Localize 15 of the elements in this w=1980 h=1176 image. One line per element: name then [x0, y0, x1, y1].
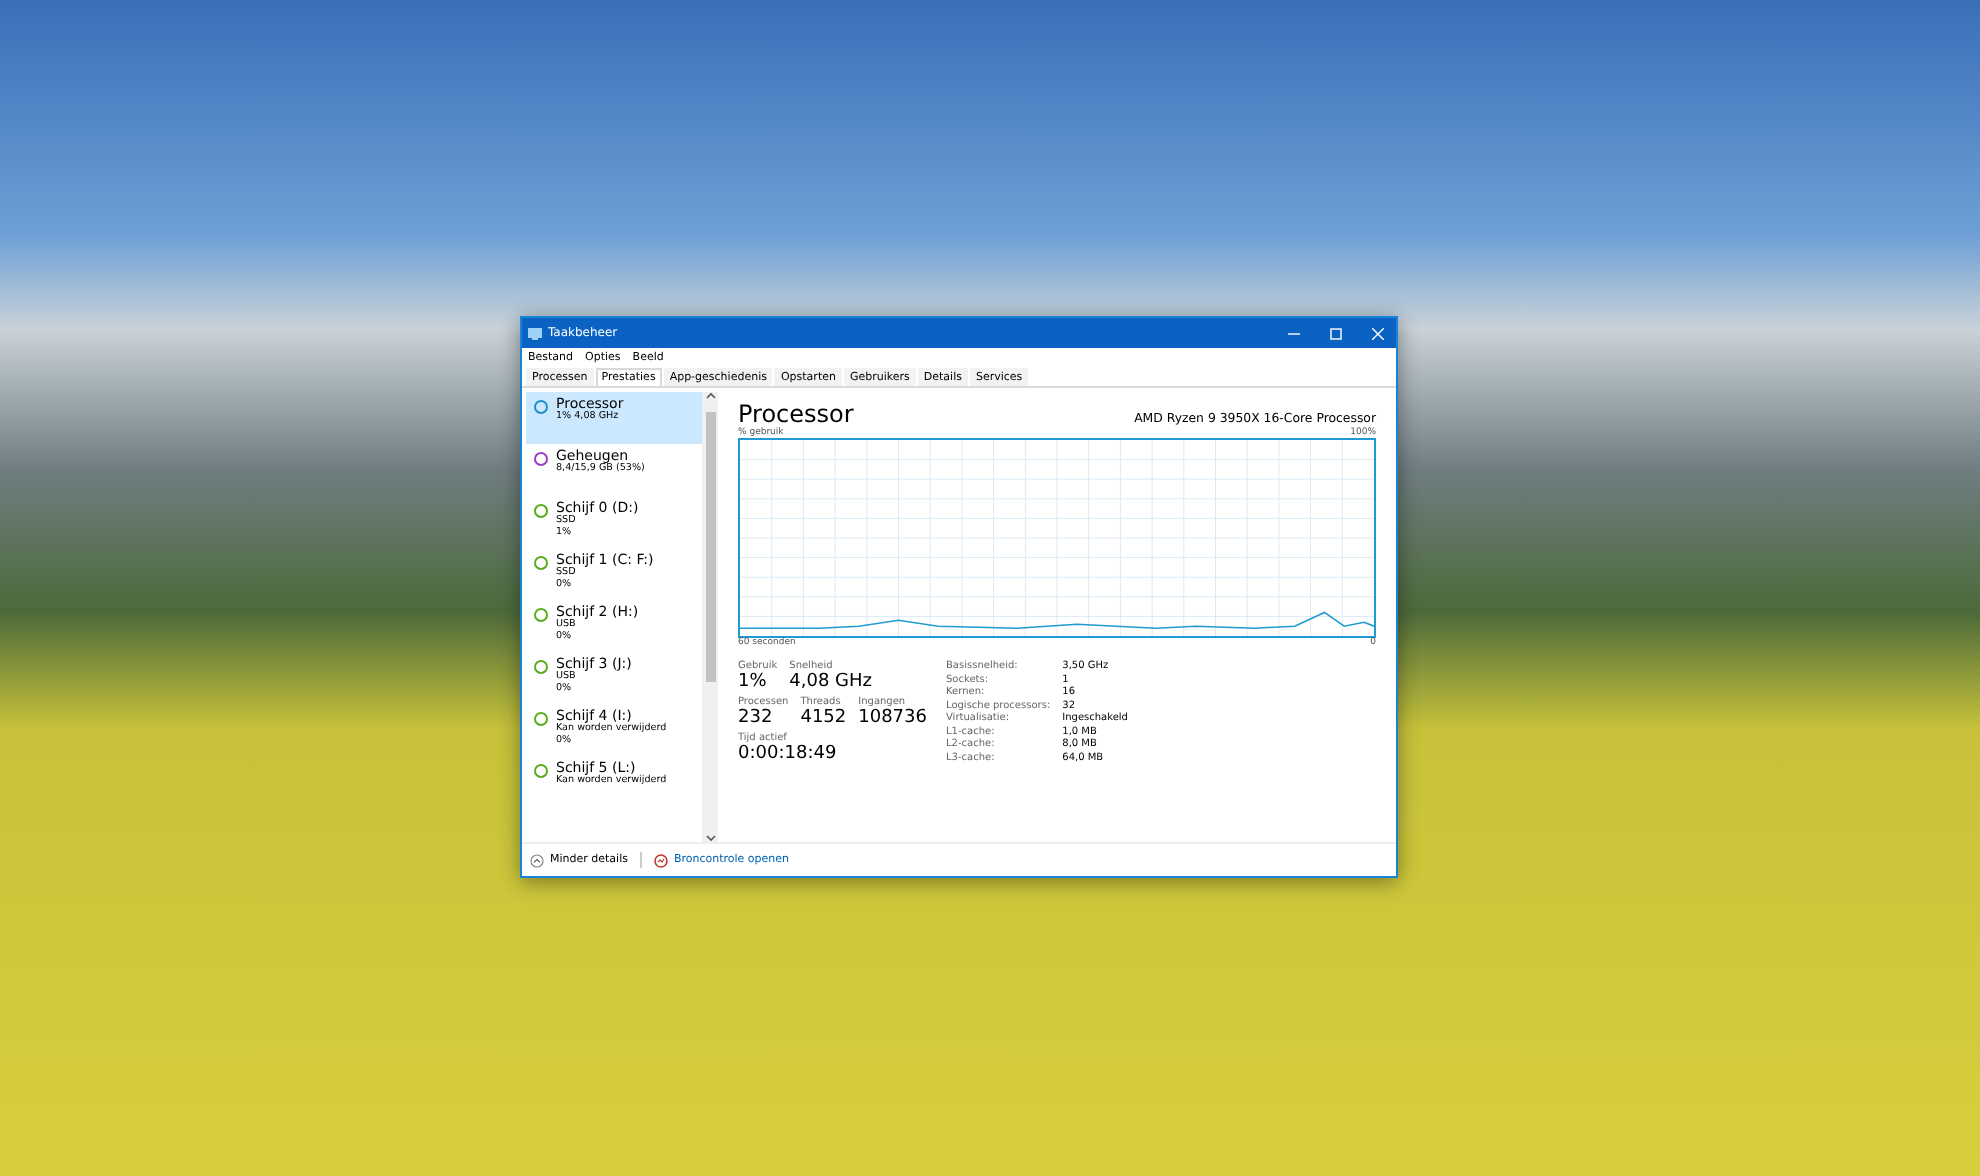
scrollbar[interactable] [702, 392, 718, 842]
minimize-icon [1288, 327, 1300, 339]
stat-value: 108736 [858, 708, 927, 728]
stat-value: 0:00:18:49 [738, 744, 837, 764]
stat-value: 4152 [800, 708, 847, 728]
stat-value: 1% [738, 672, 769, 692]
close-icon [1372, 327, 1384, 339]
collapse-icon [530, 853, 544, 867]
stat-value: 4,08 GHz [789, 672, 873, 692]
maximize-icon [1330, 327, 1342, 339]
scrollbar-thumb[interactable] [705, 412, 715, 682]
stat-value: 232 [738, 708, 775, 728]
app-icon [528, 327, 542, 339]
panel-title: Processor [738, 400, 854, 428]
monitor-icon [653, 853, 668, 867]
